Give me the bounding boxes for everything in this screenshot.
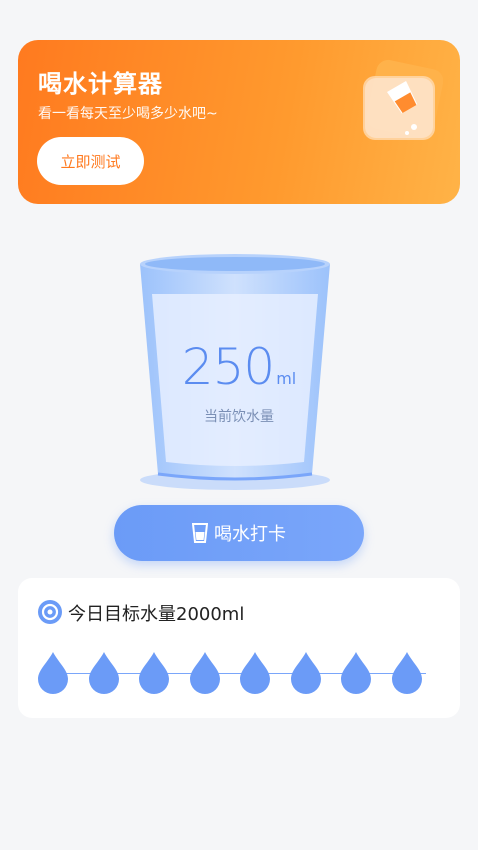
start-test-button[interactable]: 立即测试 bbox=[37, 137, 144, 185]
water-drop-icon bbox=[139, 652, 169, 694]
water-drop-icon bbox=[189, 652, 220, 694]
water-drop-icon bbox=[391, 652, 422, 694]
water-drop-icon bbox=[290, 652, 321, 694]
current-amount-value: 250 bbox=[181, 338, 275, 396]
drink-checkin-button[interactable]: 喝水打卡 bbox=[114, 505, 364, 561]
water-drop-icon bbox=[38, 652, 68, 694]
banner-subtitle: 看一看每天至少喝多少水吧~ bbox=[38, 106, 218, 122]
drink-checkin-label: 喝水打卡 bbox=[214, 524, 286, 545]
daily-goal-card: 今日目标水量2000ml bbox=[18, 578, 460, 718]
water-drop-icon bbox=[88, 652, 119, 694]
water-pour-icon bbox=[363, 59, 443, 140]
current-amount-unit: ml bbox=[276, 369, 297, 388]
water-drop-icon bbox=[240, 652, 270, 694]
water-drop-icon bbox=[341, 652, 371, 694]
daily-goal-text: 今日目标水量2000ml bbox=[68, 604, 245, 625]
cup-icon bbox=[192, 523, 208, 543]
water-calculator-banner[interactable]: 喝水计算器 看一看每天至少喝多少水吧~ 立即测试 bbox=[18, 40, 460, 204]
banner-title: 喝水计算器 bbox=[38, 70, 163, 98]
current-amount: 250 ml bbox=[0, 338, 478, 396]
target-icon bbox=[38, 600, 62, 624]
current-amount-label: 当前饮水量 bbox=[204, 409, 274, 425]
